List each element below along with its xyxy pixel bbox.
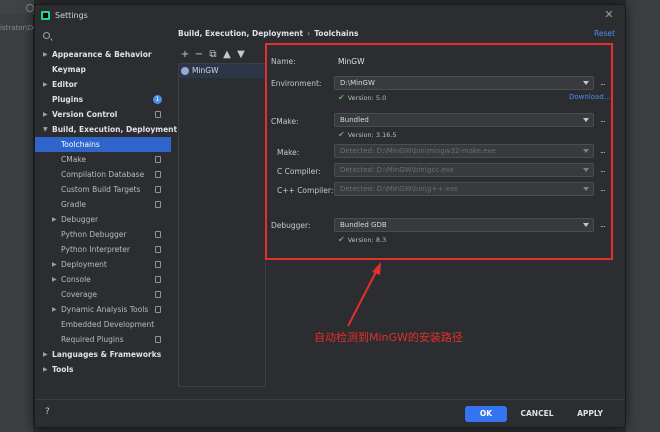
screen: istrator\Dc Settings ✕ ▶ Appearance & Beh… — [0, 0, 660, 432]
annotation-text: 自动检测到MinGW的安装路径 — [314, 331, 463, 344]
annotation-arrow — [347, 262, 381, 327]
